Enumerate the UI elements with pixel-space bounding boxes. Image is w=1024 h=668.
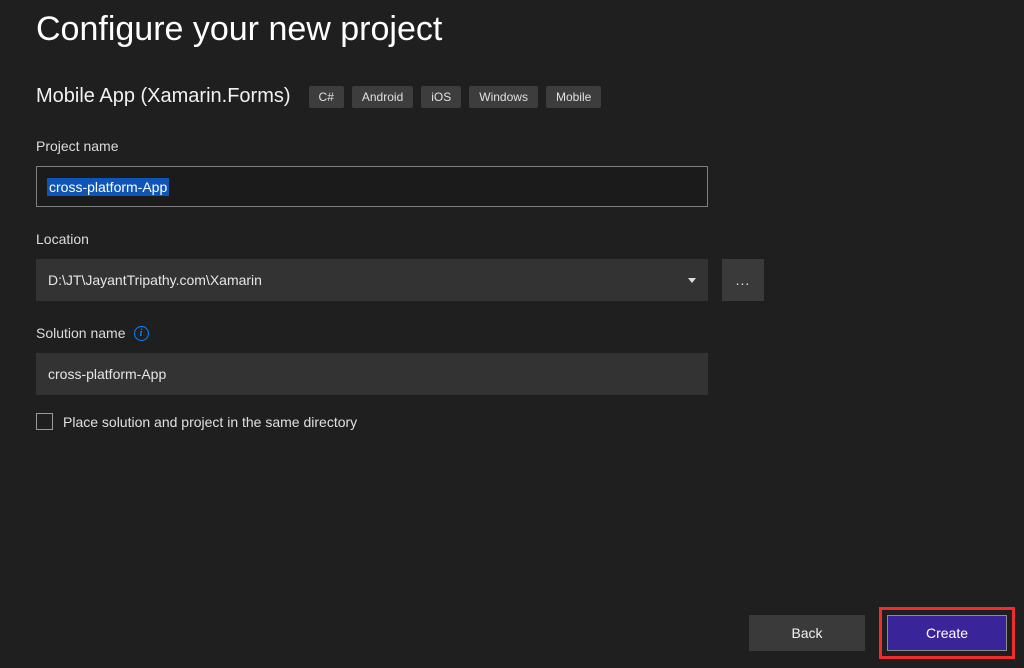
chevron-down-icon — [688, 278, 696, 283]
tag-mobile: Mobile — [546, 86, 601, 108]
tag-ios: iOS — [421, 86, 461, 108]
tag-csharp: C# — [309, 86, 344, 108]
solution-name-value: cross-platform-App — [48, 366, 166, 382]
solution-name-input[interactable]: cross-platform-App — [36, 353, 708, 395]
same-directory-label: Place solution and project in the same d… — [63, 414, 357, 430]
template-name: Mobile App (Xamarin.Forms) — [36, 85, 291, 108]
page-title: Configure your new project — [36, 10, 988, 49]
solution-name-label: Solution name — [36, 325, 126, 341]
template-tags: C# Android iOS Windows Mobile — [309, 86, 602, 108]
browse-button[interactable]: ... — [722, 259, 764, 301]
location-select[interactable]: D:\JT\JayantTripathy.com\Xamarin — [36, 259, 708, 301]
project-name-value: cross-platform-App — [47, 178, 169, 196]
location-label: Location — [36, 231, 988, 247]
info-icon[interactable]: i — [134, 326, 149, 341]
tag-android: Android — [352, 86, 413, 108]
create-button-highlight: Create — [879, 607, 1015, 659]
tag-windows: Windows — [469, 86, 538, 108]
back-button[interactable]: Back — [749, 615, 865, 651]
create-button[interactable]: Create — [887, 615, 1007, 651]
same-directory-checkbox[interactable] — [36, 413, 53, 430]
project-name-label: Project name — [36, 138, 988, 154]
location-value: D:\JT\JayantTripathy.com\Xamarin — [48, 272, 262, 288]
project-name-input[interactable]: cross-platform-App — [36, 166, 708, 207]
